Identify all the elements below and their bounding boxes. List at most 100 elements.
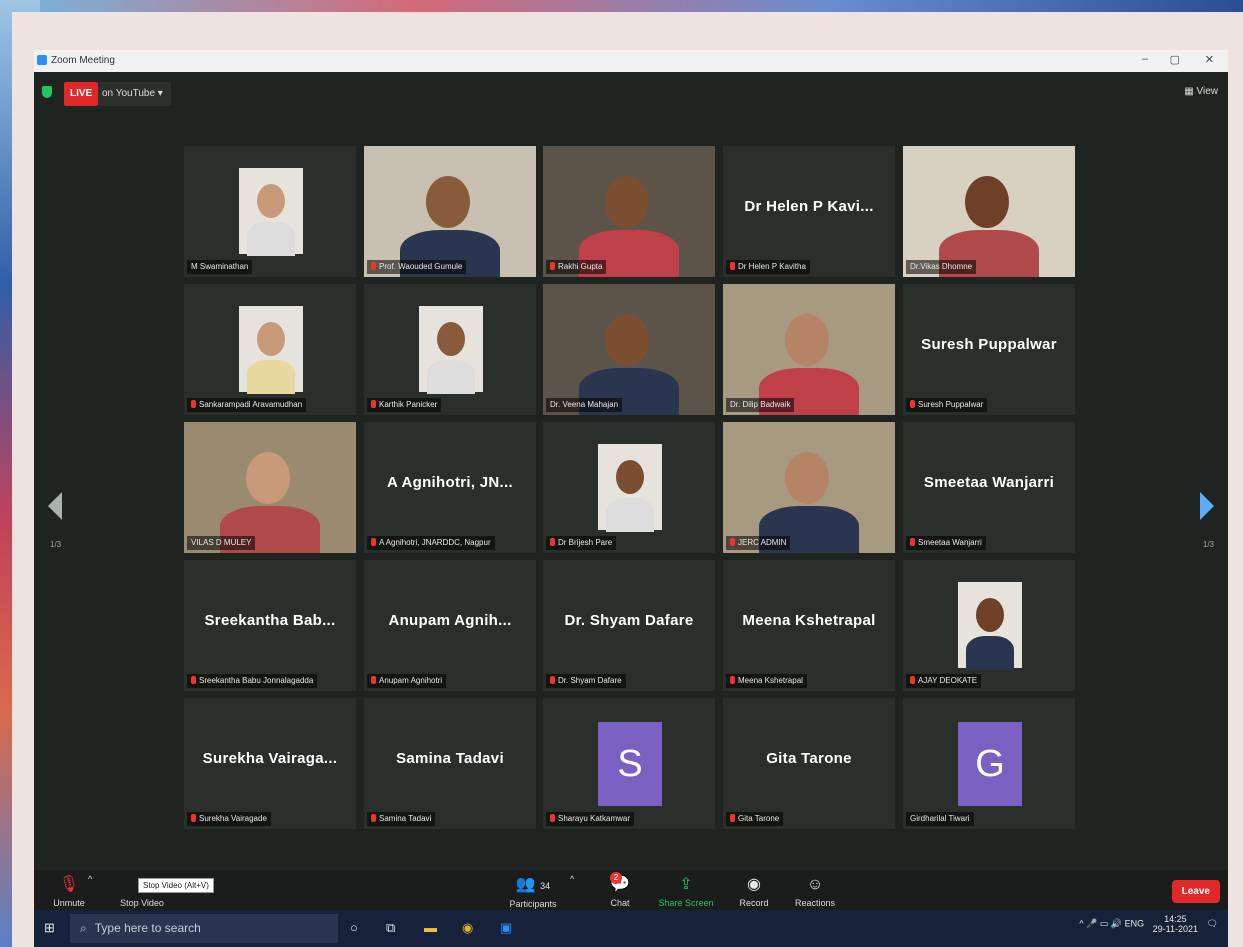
reactions-button[interactable]: ☺ Reactions	[790, 876, 840, 908]
file-explorer-icon[interactable]: ▬	[424, 920, 437, 935]
tray-overflow-chevron-icon[interactable]: ^	[1079, 918, 1083, 928]
language-indicator[interactable]: ENG	[1125, 918, 1145, 928]
stop-video-tooltip: Stop Video (Alt+V)	[138, 878, 214, 893]
participant-tile[interactable]: Karthik Panicker	[364, 284, 536, 415]
participant-tile[interactable]: Rakhi Gupta	[543, 146, 715, 277]
participant-photo	[239, 306, 303, 394]
participant-tile[interactable]: Prof. Waouded Gumule	[364, 146, 536, 277]
page-indicator-right: 1/3	[1202, 540, 1214, 549]
participant-name-label: Suresh Puppalwar	[906, 398, 988, 412]
task-view-icon[interactable]: ⧉	[386, 920, 395, 936]
participant-tile[interactable]: Meena Kshetrapal Meena Kshetrapal	[723, 560, 895, 691]
chat-label: Chat	[610, 898, 630, 908]
mic-muted-icon	[730, 814, 735, 822]
participant-name: Surekha Vairagade	[199, 814, 267, 823]
taskbar-search-box[interactable]: ⌕ Type here to search	[70, 914, 338, 943]
participant-tile[interactable]: VILAS D MULEY	[184, 422, 356, 553]
unmute-button[interactable]: 🎙 Unmute	[48, 876, 90, 908]
clock-date: 29-11-2021	[1152, 924, 1199, 934]
participant-display-name: Samina Tadavi	[396, 750, 504, 767]
participant-display-name: Meena Kshetrapal	[742, 612, 876, 629]
mic-muted-icon: 🎙	[58, 876, 80, 893]
previous-page-arrow-icon[interactable]	[48, 492, 62, 520]
participant-tile[interactable]: Dr. Veena Mahajan	[543, 284, 715, 415]
participant-photo	[239, 168, 303, 256]
participant-tile[interactable]: JERC ADMIN	[723, 422, 895, 553]
leave-button[interactable]: Leave	[1171, 880, 1220, 903]
system-tray: ^ 🎤 ▭ 🔊 ENG 14:25 29-11-2021 🗨	[1079, 914, 1218, 934]
participant-tile[interactable]: Gita Tarone Gita Tarone	[723, 698, 895, 829]
grid-icon: ▦	[1184, 86, 1194, 97]
participant-tile[interactable]: Dr Helen P Kavi... Dr Helen P Kavitha	[723, 146, 895, 277]
participant-tile[interactable]: Sreekantha Bab... Sreekantha Babu Jonnala…	[184, 560, 356, 691]
audio-options-chevron-icon[interactable]: ^	[88, 874, 92, 884]
participant-tile[interactable]: S Sharayu Katkamwar	[543, 698, 715, 829]
participant-name: M Swaminathan	[191, 262, 249, 271]
stop-video-label: Stop Video	[120, 898, 164, 908]
mic-muted-icon	[910, 400, 915, 408]
participant-display-name: Anupam Agnih...	[388, 612, 512, 629]
view-button[interactable]: ▦ View	[1184, 86, 1218, 97]
participant-name: Meena Kshetrapal	[738, 676, 803, 685]
participant-name: Dr Brijesh Pare	[558, 538, 613, 547]
view-label: View	[1196, 86, 1219, 97]
security-shield-icon[interactable]	[42, 86, 52, 98]
live-destination-label: on YouTube	[102, 88, 156, 99]
participant-tile[interactable]: Suresh Puppalwar Suresh Puppalwar	[903, 284, 1075, 415]
windows-taskbar: ⊞ ⌕ Type here to search ○ ⧉ ▬ ◉ ▣ ^ 🎤 ▭ 🔊…	[34, 910, 1228, 947]
participant-name: Prof. Waouded Gumule	[379, 262, 463, 271]
chrome-icon[interactable]: ◉	[462, 920, 473, 936]
windows-start-icon[interactable]: ⊞	[44, 920, 55, 936]
clock-time: 14:25	[1164, 914, 1187, 924]
minimize-icon[interactable]: –	[1142, 53, 1148, 65]
mic-muted-icon	[550, 676, 555, 684]
participant-photo	[419, 306, 483, 394]
volume-icon[interactable]: 🔊	[1111, 918, 1122, 928]
cortana-icon[interactable]: ○	[350, 920, 358, 935]
participant-video	[723, 284, 895, 415]
participant-tile[interactable]: G Girdharilal Tiwari	[903, 698, 1075, 829]
record-button[interactable]: ◉ Record	[732, 876, 776, 908]
participant-name-label: Sankarampadi Aravamudhan	[187, 398, 307, 412]
maximize-icon[interactable]: ▢	[1170, 53, 1180, 66]
participant-tile[interactable]: Anupam Agnih... Anupam Agnihotri	[364, 560, 536, 691]
participant-tile[interactable]: Dr Brijesh Pare	[543, 422, 715, 553]
close-icon[interactable]: ✕	[1205, 53, 1214, 66]
participant-tile[interactable]: A Agnihotri, JN... A Agnihotri, JNARDDC, …	[364, 422, 536, 553]
participant-avatar: G	[958, 722, 1022, 806]
participant-tile[interactable]: Dr.Vikas Dhomne	[903, 146, 1075, 277]
participant-tile[interactable]: Smeetaa Wanjarri Smeetaa Wanjarri	[903, 422, 1075, 553]
participant-display-name: Dr. Shyam Dafare	[564, 612, 694, 629]
chat-button[interactable]: 💬 2 Chat	[600, 872, 640, 908]
mic-muted-icon	[730, 538, 735, 546]
participant-name-label: Anupam Agnihotri	[367, 674, 447, 688]
participant-name: Dr. Shyam Dafare	[558, 676, 622, 685]
mic-muted-icon	[730, 262, 735, 270]
participant-tile[interactable]: AJAY DEOKATE	[903, 560, 1075, 691]
notifications-icon[interactable]: 🗨	[1207, 918, 1218, 928]
live-destination-dropdown[interactable]: on YouTube ▾	[98, 82, 171, 106]
participant-tile[interactable]: Dr. Shyam Dafare Dr. Shyam Dafare	[543, 560, 715, 691]
participant-name-label: Smeetaa Wanjarri	[906, 536, 986, 550]
share-screen-button[interactable]: ⇪ Share Screen	[654, 876, 718, 908]
participant-tile[interactable]: Surekha Vairaga... Surekha Vairagade	[184, 698, 356, 829]
participant-name-label: Sreekantha Babu Jonnalagadda	[187, 674, 318, 688]
participants-chevron-icon[interactable]: ^	[570, 874, 574, 884]
chat-icon: 💬 2	[610, 872, 630, 893]
participant-tile[interactable]: M Swaminathan	[184, 146, 356, 277]
participant-tile[interactable]: Samina Tadavi Samina Tadavi	[364, 698, 536, 829]
page-indicator-left: 1/3	[50, 540, 62, 549]
next-page-arrow-icon[interactable]	[1200, 492, 1214, 520]
clock[interactable]: 14:25 29-11-2021	[1153, 914, 1198, 934]
participant-tile[interactable]: Sankarampadi Aravamudhan	[184, 284, 356, 415]
participants-button[interactable]: 👥 34 Participants	[508, 876, 558, 909]
participant-name: Girdharilal Tiwari	[910, 814, 970, 823]
mic-muted-icon	[371, 676, 376, 684]
record-icon: ◉	[747, 876, 761, 893]
zoom-taskbar-icon[interactable]: ▣	[500, 920, 512, 936]
participant-tile[interactable]: Dr. Dilip Badwaik	[723, 284, 895, 415]
participant-name: Smeetaa Wanjarri	[918, 538, 982, 547]
share-screen-icon: ⇪	[679, 876, 693, 893]
live-badge[interactable]: LIVE	[64, 82, 99, 106]
microphone-tray-icon: 🎤	[1086, 918, 1098, 929]
